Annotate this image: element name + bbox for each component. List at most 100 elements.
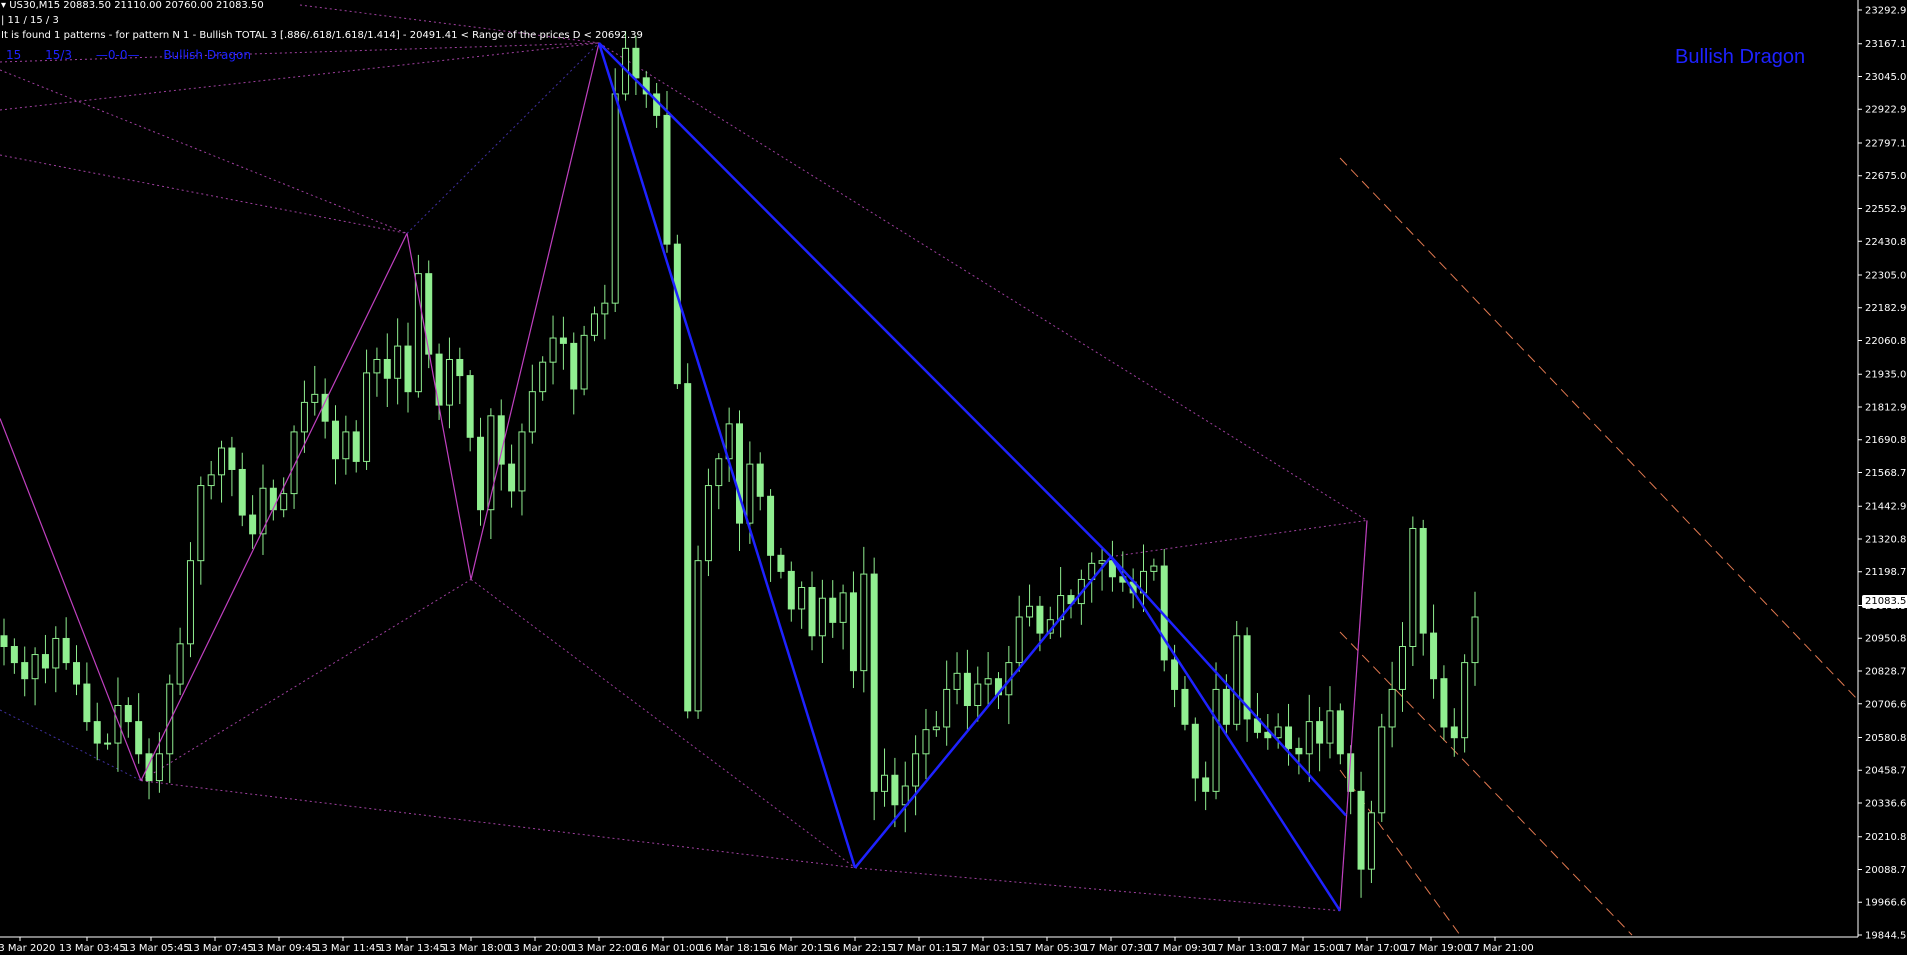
price-tick-label: 21568.70 xyxy=(1865,468,1907,479)
candle-body xyxy=(1305,721,1313,755)
candle-body xyxy=(818,597,826,637)
candle-body xyxy=(31,654,39,680)
candle-body xyxy=(218,447,226,476)
candle-body xyxy=(673,243,681,385)
candle-body xyxy=(497,415,505,465)
candle-body xyxy=(1015,616,1023,664)
candle-body xyxy=(1388,688,1396,728)
time-tick-label: 17 Mar 19:00 xyxy=(1403,943,1470,954)
candle-body xyxy=(1181,688,1189,725)
candle-body xyxy=(518,431,526,492)
candle-body xyxy=(1357,790,1365,870)
candle-body xyxy=(62,637,70,664)
info-line: It is found 1 patterns - for pattern N 1… xyxy=(1,30,643,41)
price-tick-label: 23045.00 xyxy=(1865,72,1907,83)
time-tick-label: 17 Mar 03:15 xyxy=(955,943,1022,954)
time-tick-label: 17 Mar 17:00 xyxy=(1339,943,1406,954)
candle-body xyxy=(73,662,81,685)
pattern-title: Bullish Dragon xyxy=(1675,46,1806,68)
time-tick-label: 16 Mar 20:15 xyxy=(763,943,830,954)
time-tick-label: 13 Mar 2020 xyxy=(0,943,55,954)
candle-body xyxy=(311,393,319,403)
candle-body xyxy=(114,705,122,744)
price-chart[interactable]: 23292.90 23167.10 23045.00 22922.90 22797.10… xyxy=(0,0,1907,955)
candle-body xyxy=(1295,747,1303,755)
price-tick-label: 20088.70 xyxy=(1865,865,1907,876)
candle-body xyxy=(383,358,391,379)
symbol-line: ▾ US30,M15 20883.50 21110.00 20760.00 21… xyxy=(1,0,264,11)
candle-body xyxy=(414,273,422,393)
candle-body xyxy=(52,637,60,669)
price-tick-label: 22430.80 xyxy=(1865,237,1907,248)
summary-item: —0-0— xyxy=(95,48,140,62)
candle-body xyxy=(694,560,702,712)
candle-body xyxy=(10,646,18,664)
time-tick-label: 16 Mar 22:15 xyxy=(827,943,894,954)
candle-body xyxy=(1233,635,1241,725)
candle-body xyxy=(373,358,381,374)
time-tick-label: 17 Mar 15:00 xyxy=(1275,943,1342,954)
candle-body xyxy=(839,592,847,623)
candle-body xyxy=(466,375,474,438)
candle-body xyxy=(849,592,857,672)
price-tick-label: 20336.60 xyxy=(1865,798,1907,809)
candle-body xyxy=(238,468,246,516)
candle-body xyxy=(943,688,951,728)
candle-body xyxy=(1398,646,1406,690)
candle-body xyxy=(124,705,132,723)
candle-body xyxy=(352,431,360,462)
candle-body xyxy=(1419,527,1427,634)
candle-body xyxy=(590,313,598,336)
candle-body xyxy=(456,358,464,377)
candle-body xyxy=(176,643,184,685)
time-tick-label: 13 Mar 09:45 xyxy=(251,943,318,954)
price-tick-label: 21690.80 xyxy=(1865,435,1907,446)
chart-header: ▾ US30,M15 20883.50 21110.00 20760.00 21… xyxy=(1,0,643,43)
candle-body xyxy=(549,337,557,363)
price-tick-label: 20580.80 xyxy=(1865,733,1907,744)
price-tick-label: 21935.00 xyxy=(1865,370,1907,381)
candle-body xyxy=(363,372,371,462)
candle-body xyxy=(601,302,609,315)
price-tick-label: 21320.80 xyxy=(1865,534,1907,545)
time-tick-label: 13 Mar 18:00 xyxy=(443,943,510,954)
candle-body xyxy=(746,463,754,524)
candle-body xyxy=(1150,565,1158,572)
candle-body xyxy=(1316,721,1324,744)
price-tick-label: 22675.00 xyxy=(1865,171,1907,182)
price-tick-label: 22552.90 xyxy=(1865,204,1907,215)
candle-body xyxy=(280,493,288,511)
time-tick-label: 17 Mar 13:00 xyxy=(1211,943,1278,954)
candle-body xyxy=(83,683,91,723)
candle-body xyxy=(1326,710,1334,744)
candle-body xyxy=(1409,527,1417,648)
candle-body xyxy=(104,742,112,745)
candle-body xyxy=(155,753,163,782)
candle-body xyxy=(1285,726,1293,749)
price-tick-label: 22305.00 xyxy=(1865,270,1907,281)
time-tick-label: 16 Mar 01:00 xyxy=(635,943,702,954)
candle-body xyxy=(767,495,775,556)
price-tick-label: 23292.90 xyxy=(1865,6,1907,17)
summary-item: 15 xyxy=(6,48,22,62)
candle-body xyxy=(974,683,982,707)
price-tick-label: 19966.60 xyxy=(1865,898,1907,909)
price-tick-label: 22060.80 xyxy=(1865,336,1907,347)
candle-body xyxy=(580,334,588,390)
candle-body xyxy=(1036,605,1044,634)
time-tick-label: 17 Mar 21:00 xyxy=(1467,943,1534,954)
candle-body xyxy=(756,463,764,497)
time-tick-label: 13 Mar 03:45 xyxy=(59,943,126,954)
candle-body xyxy=(93,721,101,744)
price-tick-label: 20210.80 xyxy=(1865,832,1907,843)
candle-body xyxy=(1026,605,1034,618)
pattern-summary: 15 15/3 —0-0— Bullish Dragon xyxy=(6,48,271,62)
candle-body xyxy=(21,662,29,680)
time-tick-label: 17 Mar 07:30 xyxy=(1083,943,1150,954)
price-tick-label: 20828.70 xyxy=(1865,666,1907,677)
price-tick-label: 20706.60 xyxy=(1865,699,1907,710)
time-tick-label: 17 Mar 05:30 xyxy=(1019,943,1086,954)
candle-body xyxy=(932,726,940,731)
time-tick-label: 13 Mar 22:00 xyxy=(571,943,638,954)
candle-body xyxy=(891,774,899,806)
